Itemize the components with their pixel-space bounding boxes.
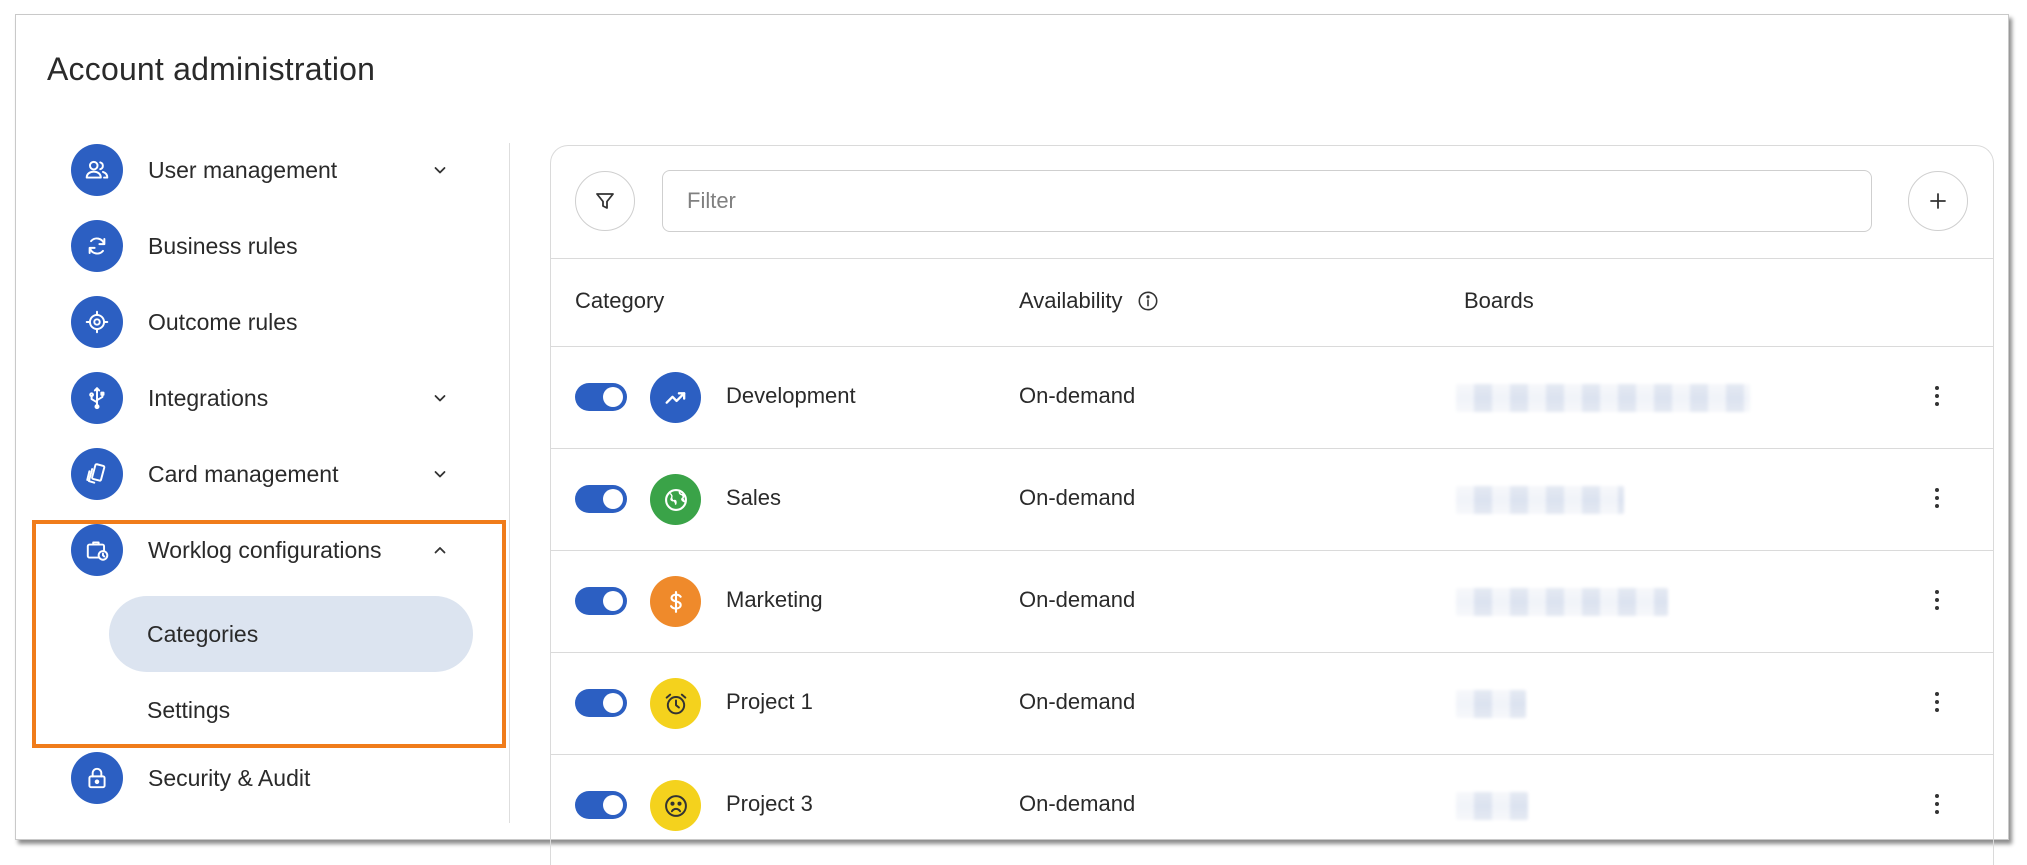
trending-up-icon xyxy=(650,372,701,423)
table-row: Development On-demand xyxy=(551,347,1993,448)
category-name: Project 1 xyxy=(726,689,813,714)
enable-toggle[interactable] xyxy=(575,689,627,717)
sidebar-item-integrations[interactable]: Integrations xyxy=(71,368,450,428)
table-row: Project 3 On-demand xyxy=(551,755,1993,856)
highlight-annotation xyxy=(32,520,506,748)
usb-icon xyxy=(71,372,123,424)
availability-value: On-demand xyxy=(1019,689,1136,714)
column-header-availability: Availability xyxy=(1019,288,1159,314)
availability-value: On-demand xyxy=(1019,383,1136,408)
sidebar-item-label: User management xyxy=(148,156,338,183)
sidebar-item-security-audit[interactable]: Security & Audit xyxy=(71,748,430,808)
dollar-icon xyxy=(650,576,701,627)
availability-value: On-demand xyxy=(1019,485,1136,510)
boards-redacted xyxy=(1456,588,1668,616)
cards-icon xyxy=(71,448,123,500)
divider xyxy=(551,258,1993,259)
more-options-icon[interactable] xyxy=(1927,381,1947,411)
column-header-category: Category xyxy=(575,288,665,313)
app-window: Account administration User management B… xyxy=(15,14,2009,865)
more-options-icon[interactable] xyxy=(1927,483,1947,513)
category-name: Development xyxy=(726,383,856,408)
sidebar-divider xyxy=(509,143,510,823)
sidebar-item-label: Security & Audit xyxy=(148,764,311,791)
chevron-down-icon[interactable] xyxy=(430,464,450,484)
lock-icon xyxy=(71,752,123,804)
chevron-down-icon[interactable] xyxy=(430,388,450,408)
enable-toggle[interactable] xyxy=(575,485,627,513)
category-name: Sales xyxy=(726,485,782,510)
table-row: Sales On-demand xyxy=(551,449,1993,550)
availability-value: On-demand xyxy=(1019,791,1136,816)
add-category-button[interactable] xyxy=(1908,171,1968,231)
filter-input[interactable] xyxy=(662,170,1872,232)
boards-redacted xyxy=(1456,690,1526,718)
refresh-icon xyxy=(71,220,123,272)
sidebar-item-outcome-rules[interactable]: Outcome rules xyxy=(71,292,430,352)
sad-face-icon xyxy=(650,780,701,831)
sidebar-item-label: Card management xyxy=(148,460,339,487)
users-icon xyxy=(71,144,123,196)
sidebar-item-business-rules[interactable]: Business rules xyxy=(71,216,430,276)
globe-icon xyxy=(650,474,701,525)
table-row: Marketing On-demand xyxy=(551,551,1993,652)
category-name: Project 3 xyxy=(726,791,813,816)
sidebar-item-card-management[interactable]: Card management xyxy=(71,444,450,504)
enable-toggle[interactable] xyxy=(575,383,627,411)
sidebar-item-label: Business rules xyxy=(148,232,298,259)
funnel-icon xyxy=(596,193,614,209)
availability-value: On-demand xyxy=(1019,587,1136,612)
enable-toggle[interactable] xyxy=(575,587,627,615)
boards-redacted xyxy=(1456,486,1624,514)
info-icon[interactable] xyxy=(1137,290,1159,312)
enable-toggle[interactable] xyxy=(575,791,627,819)
alarm-clock-icon xyxy=(650,678,701,729)
table-row: Project 1 On-demand xyxy=(551,653,1993,754)
chevron-down-icon[interactable] xyxy=(430,160,450,180)
plus-icon xyxy=(1930,193,1946,209)
more-options-icon[interactable] xyxy=(1927,585,1947,615)
category-name: Marketing xyxy=(726,587,823,612)
more-options-icon[interactable] xyxy=(1927,687,1947,717)
sidebar-item-label: Outcome rules xyxy=(148,308,298,335)
sidebar-item-label: Integrations xyxy=(148,384,269,411)
filter-button[interactable] xyxy=(575,171,635,231)
boards-redacted xyxy=(1456,384,1750,412)
sidebar-item-user-management[interactable]: User management xyxy=(71,140,450,200)
more-options-icon[interactable] xyxy=(1927,789,1947,819)
column-header-boards: Boards xyxy=(1464,288,1534,313)
target-icon xyxy=(71,296,123,348)
page-title: Account administration xyxy=(47,51,376,87)
boards-redacted xyxy=(1456,792,1528,820)
categories-panel: Category Availability Boards Development… xyxy=(550,145,1994,865)
